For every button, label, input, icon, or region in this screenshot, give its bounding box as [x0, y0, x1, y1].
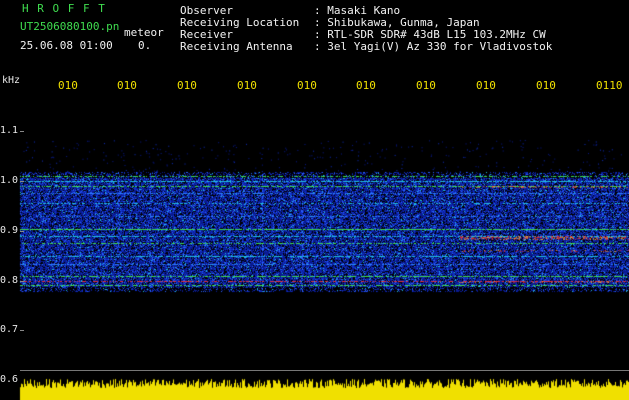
y-tick-mark — [20, 231, 24, 232]
time-label: 010 — [58, 79, 78, 92]
y-tick-mark — [20, 131, 24, 132]
time-label: 0110 — [596, 79, 623, 92]
datetime: 25.06.08 01:00 — [20, 39, 113, 52]
amplitude-baseline — [20, 370, 629, 371]
y-tick-label: 0.6 — [0, 374, 19, 385]
spectrogram-canvas — [0, 0, 629, 400]
time-label: 010 — [476, 79, 496, 92]
time-label: 010 — [416, 79, 436, 92]
y-tick-label: 1.1 — [0, 125, 19, 136]
app-title: H R O F F T — [22, 2, 106, 15]
time-label: 010 — [536, 79, 556, 92]
y-tick-label: 0.9 — [0, 225, 19, 236]
time-label: 010 — [356, 79, 376, 92]
time-label: 010 — [237, 79, 257, 92]
y-tick-label: 0.8 — [0, 275, 19, 286]
axis-unit: kHz — [2, 75, 21, 86]
time-label: 010 — [117, 79, 137, 92]
y-tick-label: 0.7 — [0, 324, 19, 335]
extra-value: 0. — [138, 39, 152, 52]
y-tick-mark — [20, 330, 24, 331]
time-label: 010 — [177, 79, 197, 92]
info-value-antenna: : 3el Yagi(V) Az 330 for Vladivostok — [314, 40, 553, 53]
y-tick-mark — [20, 181, 24, 182]
info-label-antenna: Receiving Antenna — [180, 40, 293, 53]
time-label: 010 — [297, 79, 317, 92]
y-tick-label: 1.0 — [0, 175, 19, 186]
file-name: UT2506080100.pn — [20, 20, 120, 33]
mode-label: meteor — [124, 26, 164, 39]
y-tick-mark — [20, 281, 24, 282]
